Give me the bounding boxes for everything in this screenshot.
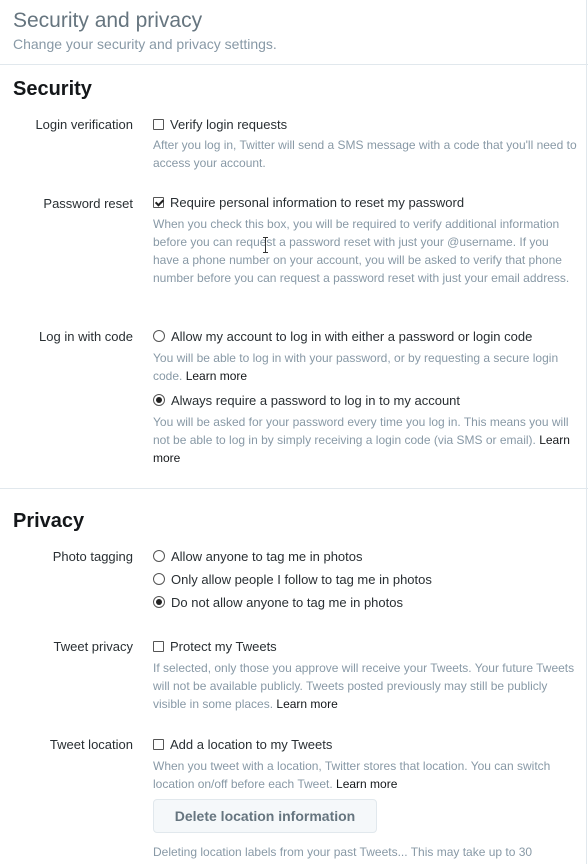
photo-tag-none-label[interactable]: Do not allow anyone to tag me in photos	[171, 595, 403, 610]
tweet-location-label: Tweet location	[49, 737, 133, 752]
tweet-privacy-help-text: If selected, only those you approve will…	[153, 661, 575, 711]
privacy-section-title: Privacy	[13, 510, 85, 532]
allow-password-or-code-label[interactable]: Allow my account to log in with either a…	[171, 329, 532, 344]
add-location-checkbox[interactable]	[153, 738, 164, 750]
login-verification-help: After you log in, Twitter will send a SM…	[153, 138, 577, 170]
photo-tag-following-option[interactable]: Only allow people I follow to tag me in …	[153, 571, 432, 587]
allow-password-or-code-option[interactable]: Allow my account to log in with either a…	[153, 328, 532, 344]
always-require-password-label[interactable]: Always require a password to log in to m…	[171, 393, 460, 408]
always-require-password-option[interactable]: Always require a password to log in to m…	[153, 392, 460, 408]
require-personal-info-checkbox[interactable]	[153, 196, 164, 208]
tweet-privacy-help: If selected, only those you approve will…	[153, 659, 579, 713]
page-title: Security and privacy	[13, 9, 203, 32]
photo-tag-none-radio[interactable]	[153, 596, 165, 608]
tweet-privacy-label: Tweet privacy	[53, 639, 133, 654]
photo-tag-anyone-label[interactable]: Allow anyone to tag me in photos	[171, 549, 363, 564]
add-location-option[interactable]: Add a location to my Tweets	[153, 736, 332, 752]
page-subtitle: Change your security and privacy setting…	[13, 36, 277, 52]
always-require-password-help: You will be asked for your password ever…	[153, 413, 579, 467]
photo-tagging-label: Photo tagging	[52, 549, 133, 564]
photo-tag-following-label[interactable]: Only allow people I follow to tag me in …	[171, 572, 432, 587]
login-with-code-label: Log in with code	[39, 329, 133, 344]
login-verification-label: Login verification	[35, 117, 133, 132]
photo-tag-anyone-radio[interactable]	[153, 550, 165, 562]
verify-login-requests-checkbox[interactable]	[153, 118, 164, 130]
password-reset-label: Password reset	[43, 196, 133, 211]
require-personal-info-label[interactable]: Require personal information to reset my…	[170, 195, 464, 210]
section-divider	[0, 488, 588, 489]
add-location-label[interactable]: Add a location to my Tweets	[170, 737, 332, 752]
tweet-location-help: When you tweet with a location, Twitter …	[153, 757, 573, 793]
header-divider	[0, 64, 588, 65]
allow-password-or-code-radio[interactable]	[153, 330, 165, 342]
verify-login-requests-option[interactable]: Verify login requests	[153, 116, 287, 132]
login-code-help: You will be able to log in with your pas…	[153, 349, 578, 385]
photo-tag-anyone-option[interactable]: Allow anyone to tag me in photos	[153, 548, 363, 564]
always-require-password-help-text: You will be asked for your password ever…	[153, 415, 569, 447]
text-cursor-icon	[263, 237, 268, 253]
protect-tweets-checkbox[interactable]	[153, 640, 164, 652]
delete-location-footer: Deleting location labels from your past …	[153, 845, 533, 859]
require-personal-info-option[interactable]: Require personal information to reset my…	[153, 194, 464, 210]
password-reset-help: When you check this box, you will be req…	[153, 217, 570, 285]
verify-login-requests-label[interactable]: Verify login requests	[170, 117, 287, 132]
protect-tweets-option[interactable]: Protect my Tweets	[153, 638, 277, 654]
delete-location-button[interactable]: Delete location information	[153, 799, 377, 833]
page-header: Security and privacy Change your securit…	[13, 8, 277, 53]
tweet-location-learn-more-link[interactable]: Learn more	[336, 777, 397, 791]
photo-tag-following-radio[interactable]	[153, 573, 165, 585]
always-require-password-radio[interactable]	[153, 394, 165, 406]
photo-tag-none-option[interactable]: Do not allow anyone to tag me in photos	[153, 594, 403, 610]
security-section-title: Security	[13, 78, 92, 100]
login-code-learn-more-link[interactable]: Learn more	[186, 369, 247, 383]
protect-tweets-label[interactable]: Protect my Tweets	[170, 639, 277, 654]
tweet-privacy-learn-more-link[interactable]: Learn more	[276, 697, 337, 711]
